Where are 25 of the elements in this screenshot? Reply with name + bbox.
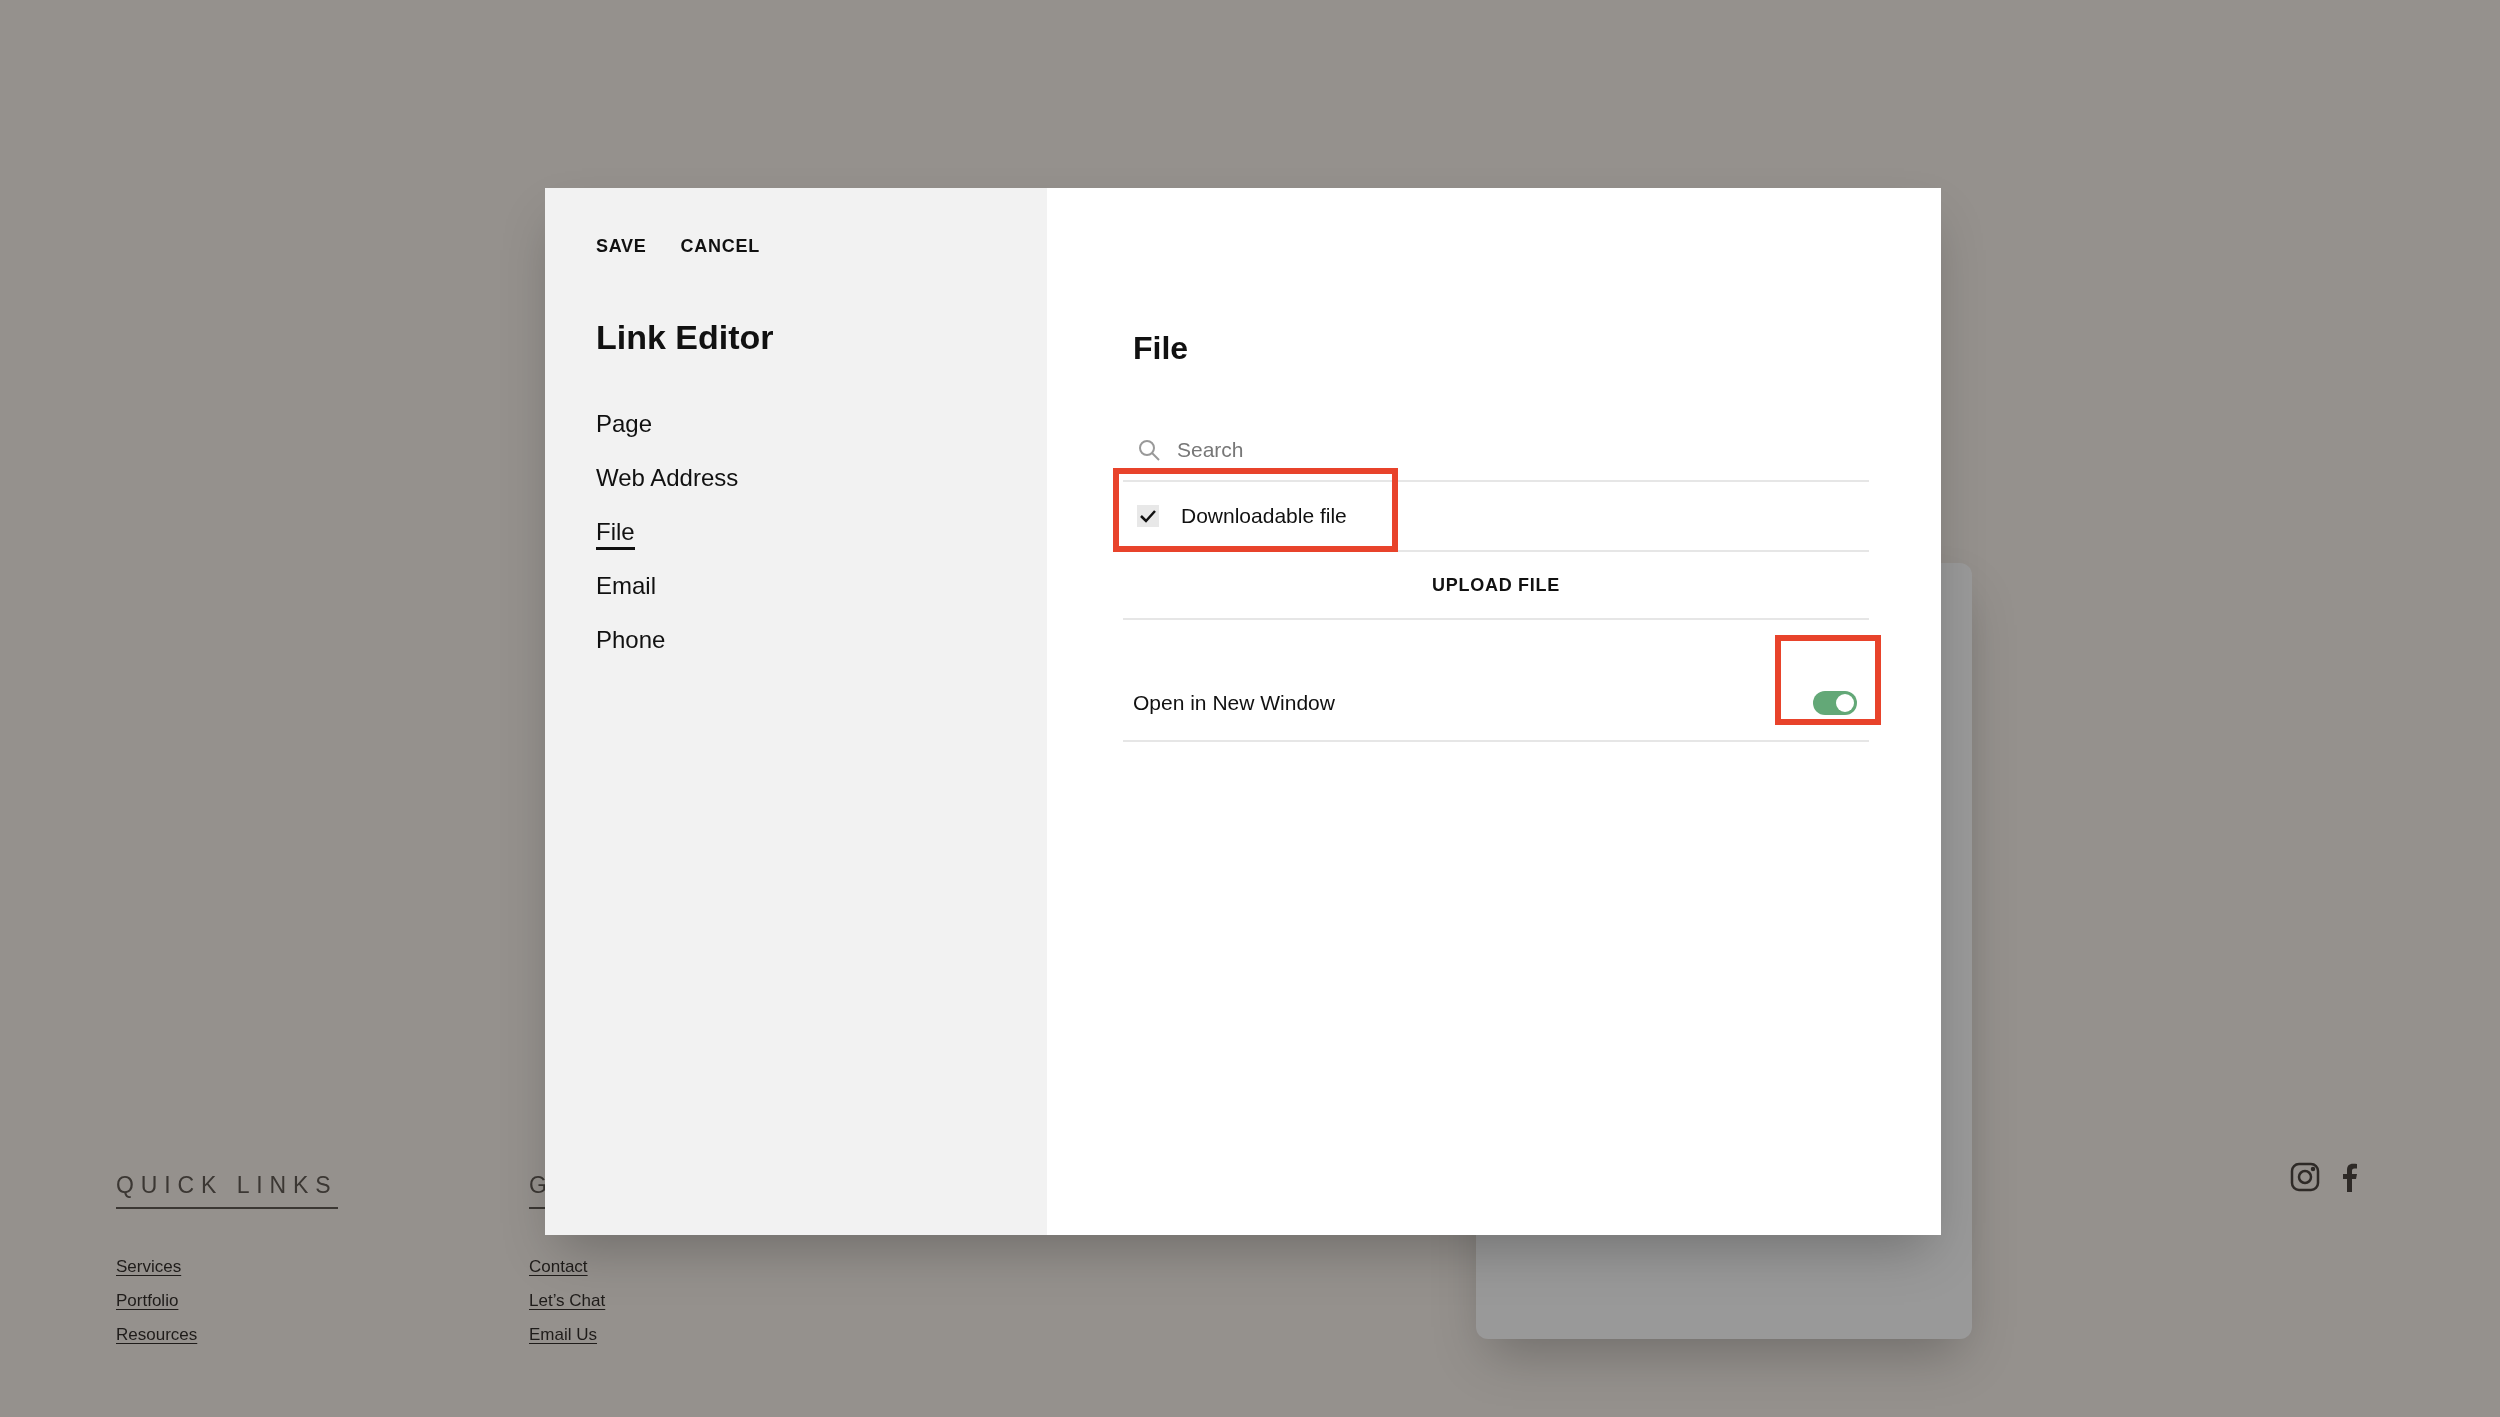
checkbox[interactable]	[1137, 505, 1159, 527]
footer-link[interactable]: Contact	[529, 1254, 588, 1279]
cancel-button[interactable]: CANCEL	[680, 233, 760, 260]
nav-tab[interactable]: Email	[596, 571, 656, 604]
save-button[interactable]: SAVE	[596, 233, 647, 260]
facebook-icon[interactable]	[2340, 1162, 2358, 1192]
search-field[interactable]: Search	[1177, 434, 1869, 466]
footer-link[interactable]: Email Us	[529, 1322, 597, 1347]
nav-tab[interactable]: File	[596, 517, 635, 550]
search-icon	[1137, 438, 1161, 462]
panel-title: File	[1133, 329, 1190, 368]
dialog-title: Link Editor	[596, 317, 775, 358]
footer-link[interactable]: Portfolio	[116, 1288, 179, 1313]
footer-link[interactable]: Let’s Chat	[529, 1288, 606, 1313]
footer-link[interactable]: Resources	[116, 1322, 198, 1347]
toggle-label: Open in New Window	[1133, 690, 1335, 717]
nav-tab[interactable]: Web Address	[596, 463, 739, 496]
toggle-switch[interactable]	[1813, 691, 1857, 715]
camera-icon[interactable]	[2290, 1162, 2320, 1192]
nav-tab[interactable]: Phone	[596, 625, 666, 658]
nav-tab[interactable]: Page	[596, 409, 653, 442]
footer-link[interactable]: Services	[116, 1254, 182, 1279]
upload-file-button[interactable]: UPLOAD FILE	[1123, 552, 1869, 620]
checkbox-label: Downloadable file	[1181, 503, 1347, 530]
footer-heading: QUICK LINKS	[116, 1168, 338, 1209]
